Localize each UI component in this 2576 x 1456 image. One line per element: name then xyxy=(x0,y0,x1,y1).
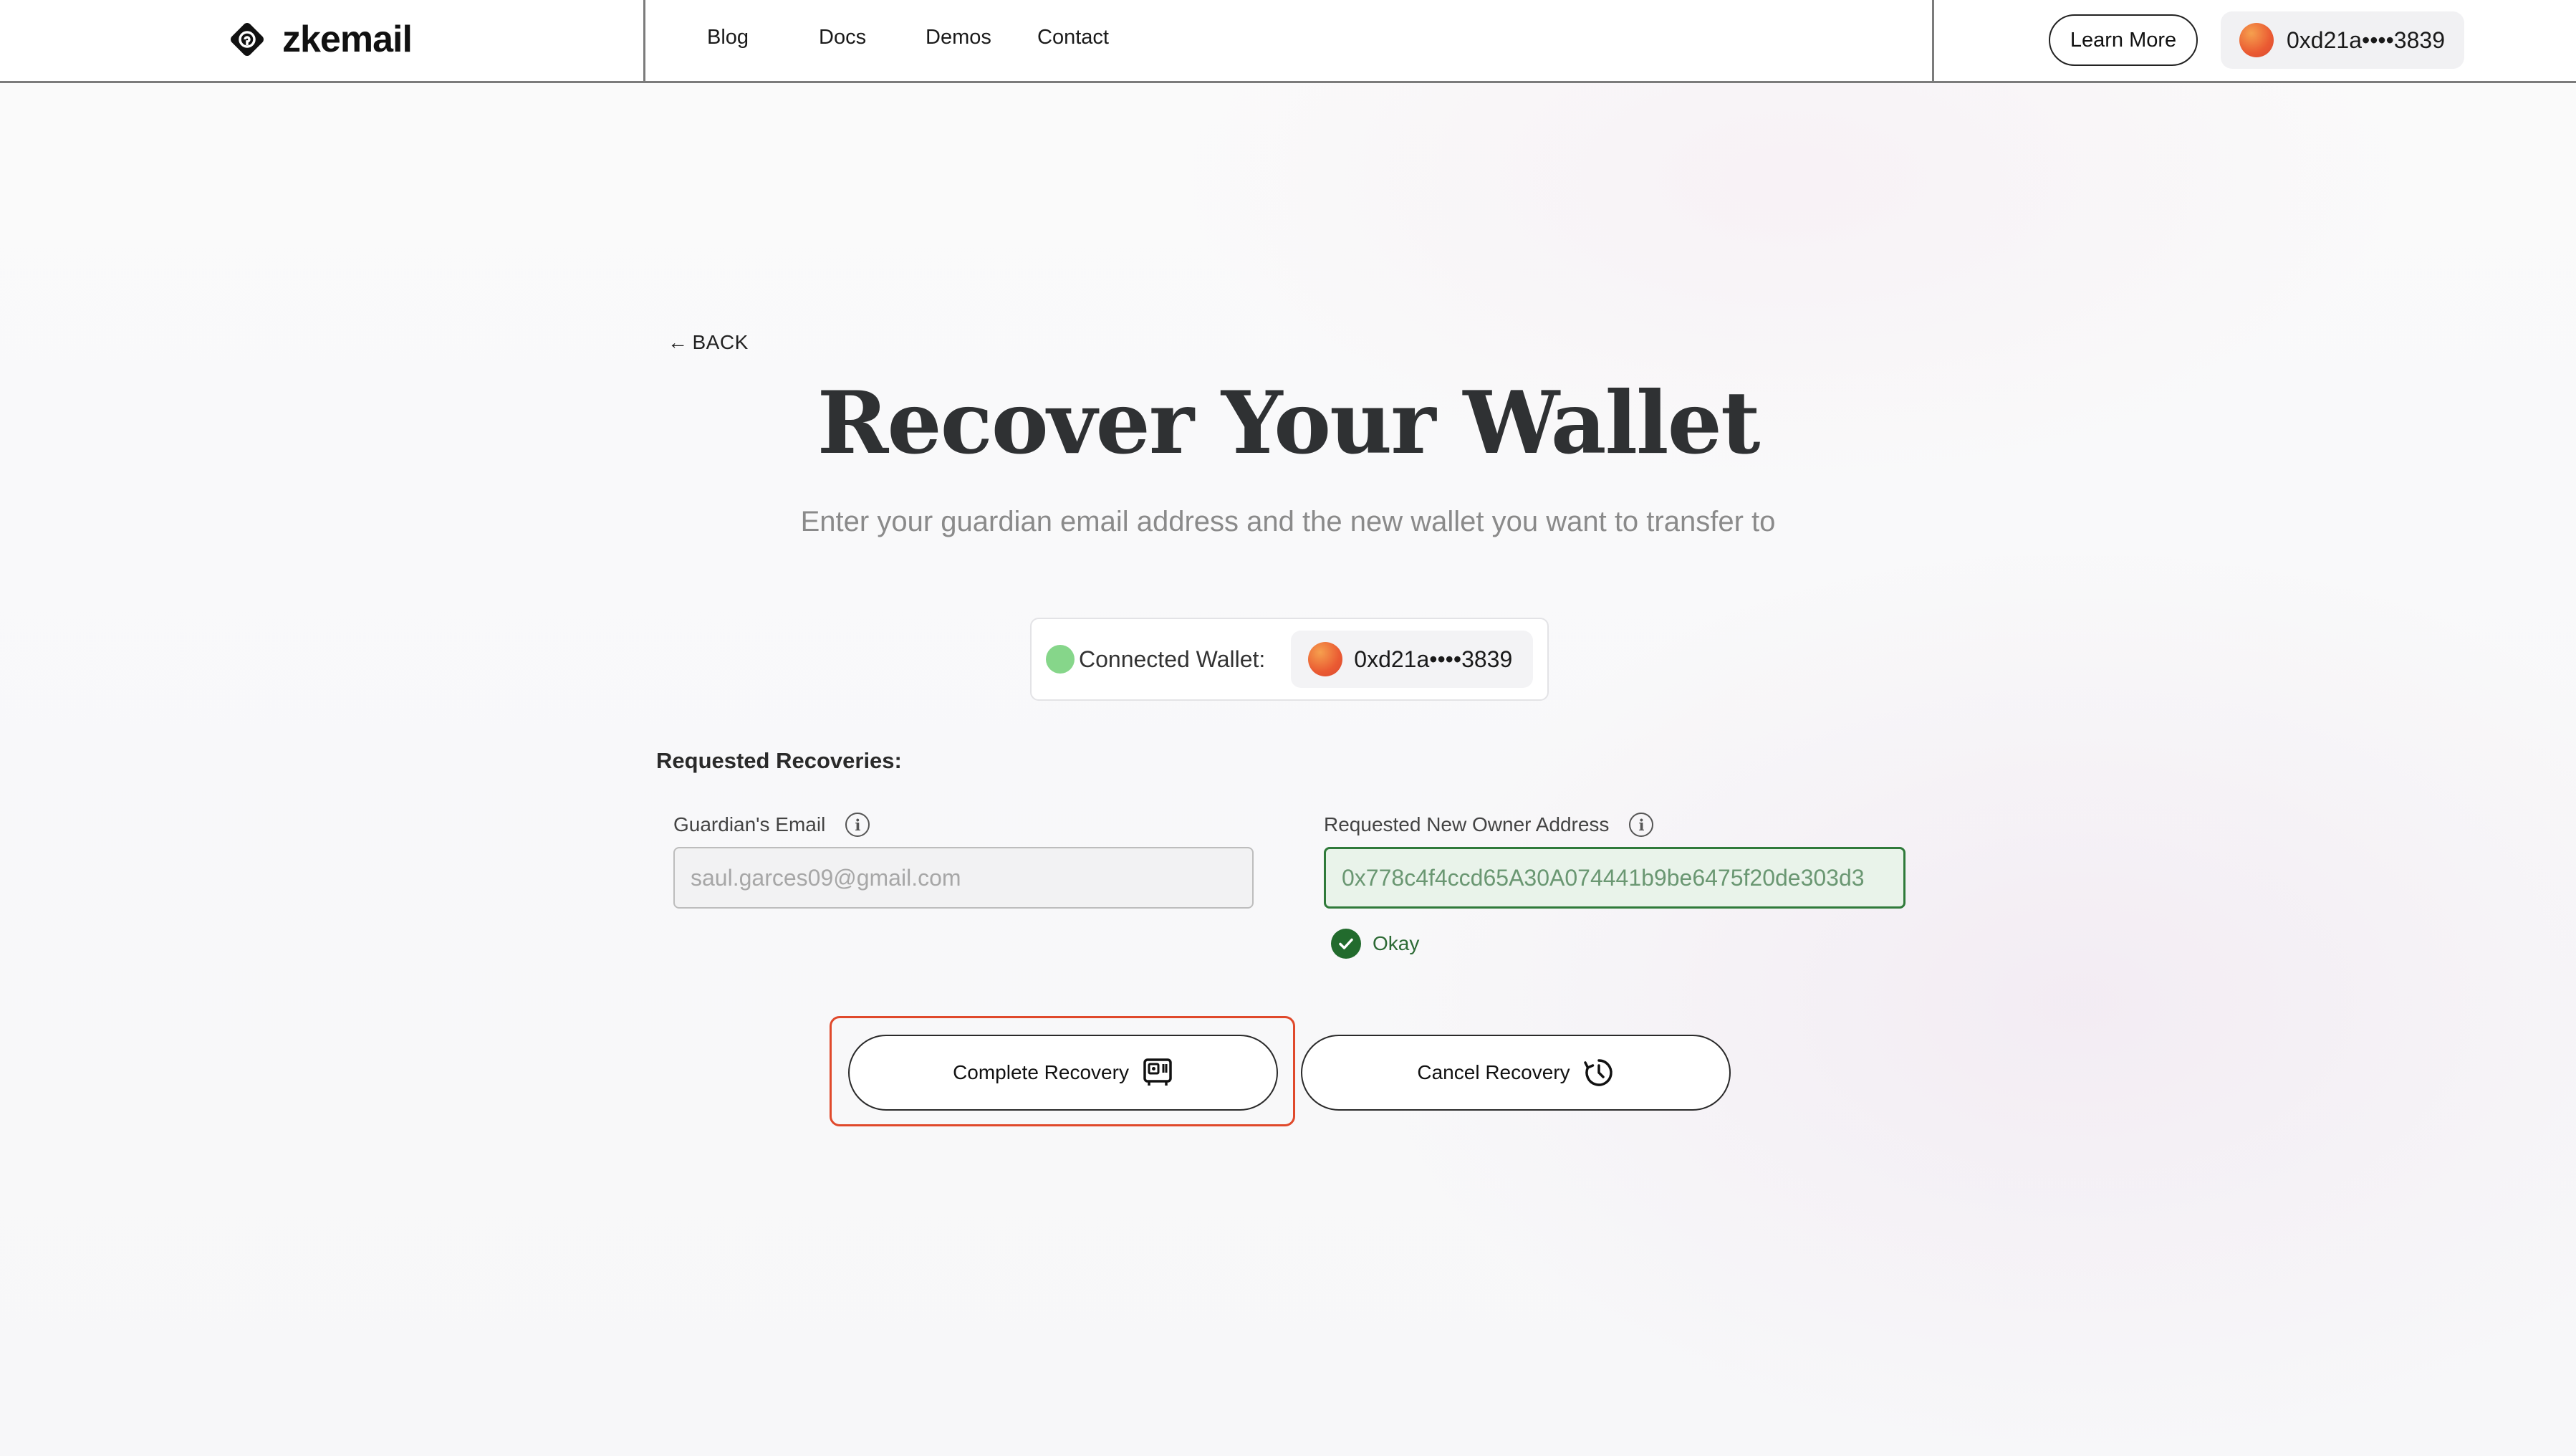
brand-name: zkemail xyxy=(282,19,413,60)
nav-link-demos[interactable]: Demos xyxy=(926,26,991,49)
zkemail-logo-icon xyxy=(231,23,264,56)
zkemail-logo[interactable]: zkemail xyxy=(225,17,413,62)
guardian-email-label-row: Guardian's Email i xyxy=(673,813,870,837)
connected-wallet-label: Connected Wallet: xyxy=(1079,646,1266,672)
back-link[interactable]: ← BACK xyxy=(668,331,749,354)
page-title: Recover Your Wallet xyxy=(817,373,1761,474)
guardian-email-label: Guardian's Email xyxy=(673,813,826,835)
new-owner-address-value: 0x778c4f4ccd65A30A074441b9be6475f20de303… xyxy=(1342,864,1865,891)
new-owner-address-field[interactable]: 0x778c4f4ccd65A30A074441b9be6475f20de303… xyxy=(1324,847,1905,909)
cancel-recovery-button[interactable]: Cancel Recovery xyxy=(1301,1035,1731,1111)
top-navbar: zkemail Blog Docs Demos Contact Learn Mo… xyxy=(0,0,2576,83)
connected-wallet-chip[interactable]: 0xd21a••••3839 xyxy=(1291,631,1534,688)
vault-icon xyxy=(1143,1058,1172,1086)
complete-recovery-button[interactable]: Complete Recovery xyxy=(848,1035,1278,1111)
wallet-account-button[interactable]: 0xd21a••••3839 xyxy=(2221,11,2464,69)
back-label: BACK xyxy=(692,331,749,353)
learn-more-button[interactable]: Learn More xyxy=(2049,14,2198,66)
page-subtitle: Enter your guardian email address and th… xyxy=(800,506,1776,537)
requested-recoveries-heading: Requested Recoveries: xyxy=(656,748,902,773)
nav-divider-right xyxy=(1932,0,1934,81)
new-owner-label-row: Requested New Owner Address i xyxy=(1324,813,1654,837)
cancel-recovery-label: Cancel Recovery xyxy=(1417,1061,1570,1083)
info-icon[interactable]: i xyxy=(1629,813,1654,837)
guardian-email-field[interactable]: saul.garces09@gmail.com xyxy=(673,847,1254,909)
wallet-avatar xyxy=(2239,23,2274,57)
address-validation-status: Okay xyxy=(1331,929,1419,959)
complete-recovery-label: Complete Recovery xyxy=(953,1061,1129,1083)
nav-link-docs[interactable]: Docs xyxy=(819,26,866,49)
nav-link-contact[interactable]: Contact xyxy=(1037,26,1109,49)
arrow-left-icon: ← xyxy=(668,331,688,353)
connected-wallet-avatar xyxy=(1308,642,1343,676)
connection-status-icon xyxy=(1046,645,1075,674)
connected-wallet-card: Connected Wallet: 0xd21a••••3839 xyxy=(1030,618,1549,701)
history-clock-icon xyxy=(1583,1059,1613,1086)
wallet-address: 0xd21a••••3839 xyxy=(2287,27,2445,53)
check-circle-icon xyxy=(1331,929,1361,959)
new-owner-address-label: Requested New Owner Address xyxy=(1324,813,1610,835)
nav-link-blog[interactable]: Blog xyxy=(707,26,749,49)
nav-divider-left xyxy=(643,0,645,81)
guardian-email-value: saul.garces09@gmail.com xyxy=(691,864,961,891)
info-icon[interactable]: i xyxy=(845,813,870,837)
connected-wallet-address: 0xd21a••••3839 xyxy=(1354,646,1513,672)
validation-text: Okay xyxy=(1373,932,1420,954)
learn-more-label: Learn More xyxy=(2070,28,2177,52)
